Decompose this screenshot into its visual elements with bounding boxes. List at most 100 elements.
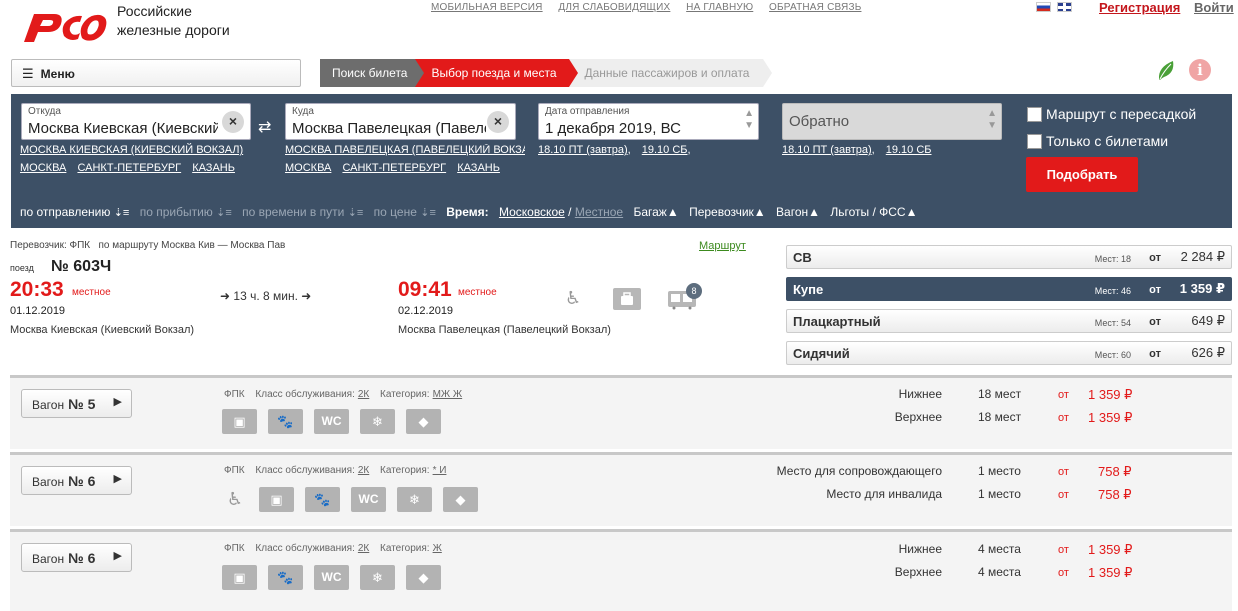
to-city-spb[interactable]: САНКТ-ПЕТЕРБУРГ (342, 162, 446, 174)
caret-up-icon: ▲ (666, 205, 679, 219)
category-value[interactable]: * И (433, 465, 447, 476)
language-switcher (1036, 2, 1072, 12)
seat-count: 18 мест (978, 387, 1022, 401)
tickets-only-checkbox[interactable]: Только с билетами (1027, 133, 1168, 149)
service-class-value[interactable]: 2К (358, 465, 369, 476)
sort-by-price[interactable]: по цене ⇣≡ (374, 205, 436, 219)
return-spinner-icon[interactable]: ▲ ▼ (987, 108, 997, 132)
from-field[interactable]: Откуда Москва Киевская (Киевский вокзал)… (21, 103, 251, 140)
class-option-platskart[interactable]: Плацкартный Мест: 54 от 649 ₽ (786, 309, 1232, 333)
seat-type-name: Нижнее (898, 542, 942, 556)
sort-by-departure[interactable]: по отправлению ⇣≡ (20, 205, 129, 219)
class-seats: Мест: 46 (1094, 286, 1131, 296)
carriage-button[interactable]: Вагон № 6 ▶ (21, 543, 132, 572)
date-day-after[interactable]: 19.10 СБ (642, 144, 688, 156)
nav-feedback[interactable]: ОБРАТНАЯ СВЯЗЬ (769, 2, 861, 13)
nav-mobile[interactable]: МОБИЛЬНАЯ ВЕРСИЯ (431, 2, 543, 13)
return-quick-links: 18.10 ПТ (завтра), 19.10 СБ (782, 144, 940, 156)
sort-by-travel-label: по времени в пути (242, 205, 345, 219)
carriage-carrier: ФПК (224, 543, 245, 554)
class-price: 626 ₽ (1191, 345, 1225, 360)
from-city-moscow[interactable]: МОСКВА (20, 162, 66, 174)
menu-button[interactable]: ☰ Меню (11, 59, 301, 87)
checkbox-icon[interactable] (1027, 106, 1042, 122)
play-triangle-icon: ▶ (113, 396, 122, 408)
return-tomorrow[interactable]: 18.10 ПТ (завтра) (782, 144, 872, 156)
carriage-label: Вагон (32, 475, 65, 489)
filter-car[interactable]: Вагон▲ (776, 205, 820, 219)
date-field[interactable]: Дата отправления 1 декабря 2019, ВС ▲ ▼ (538, 103, 759, 140)
find-button[interactable]: Подобрать (1026, 157, 1138, 192)
seat-price: 758 ₽ (1098, 464, 1132, 479)
filter-baggage[interactable]: Багаж▲ (633, 205, 678, 219)
sort-by-arrival[interactable]: по прибытию ⇣≡ (140, 205, 232, 219)
swap-stations-icon[interactable]: ⇄ (258, 117, 271, 137)
info-icon[interactable]: i (1189, 59, 1211, 81)
air-conditioning-icon: ❄ (397, 487, 432, 512)
return-day-after[interactable]: 19.10 СБ (886, 144, 932, 156)
rzd-logo[interactable] (20, 6, 110, 46)
service-class-value[interactable]: 2К (358, 389, 369, 400)
carriage-number: № 6 (68, 550, 96, 566)
from-city-spb[interactable]: САНКТ-ПЕТЕРБУРГ (77, 162, 181, 174)
register-link[interactable]: Регистрация (1099, 0, 1180, 15)
arrival-time: 09:41 (398, 278, 452, 301)
service-class-value[interactable]: 2К (358, 543, 369, 554)
time-moscow[interactable]: Московское (499, 205, 565, 219)
from-value: Москва Киевская (Киевский вокзал) (28, 120, 218, 137)
date-value: 1 декабря 2019, ВС (545, 120, 681, 137)
checkbox-icon[interactable] (1027, 133, 1042, 149)
bed-linen-icon: ◆ (406, 409, 441, 434)
english-flag-icon[interactable] (1057, 2, 1072, 12)
time-local[interactable]: Местное (575, 205, 623, 219)
to-field[interactable]: Куда Москва Павелецкая (Павелецкий вокза… (285, 103, 516, 140)
wc-icon: WC (351, 487, 386, 512)
seat-type-name: Верхнее (894, 410, 942, 424)
date-tomorrow[interactable]: 18.10 ПТ (завтра) (538, 144, 628, 156)
from-suggestion[interactable]: МОСКВА КИЕВСКАЯ (КИЕВСКИЙ ВОКЗАЛ) (20, 144, 243, 156)
class-seats: Мест: 60 (1094, 350, 1131, 360)
nav-accessibility[interactable]: ДЛЯ СЛАБОВИДЯЩИХ (558, 2, 670, 13)
class-name: Плацкартный (793, 314, 881, 329)
luggage-icon: ▣ (222, 565, 257, 590)
class-option-kupe[interactable]: Купе Мест: 46 от 1 359 ₽ (786, 277, 1232, 301)
seat-price: 1 359 ₽ (1088, 565, 1133, 580)
class-price: 649 ₽ (1191, 313, 1225, 328)
to-suggestion[interactable]: МОСКВА ПАВЕЛЕЦКАЯ (ПАВЕЛЕЦКИЙ ВОКЗАЛ) (285, 144, 525, 156)
step-search[interactable]: Поиск билета (320, 59, 426, 87)
carriage-label: Вагон (32, 398, 65, 412)
login-link[interactable]: Войти (1194, 0, 1234, 15)
nav-home[interactable]: НА ГЛАВНУЮ (686, 2, 753, 13)
category-value[interactable]: Ж (433, 543, 442, 554)
class-option-sitting[interactable]: Сидячий Мест: 60 от 626 ₽ (786, 341, 1232, 365)
category-value[interactable]: МЖ Ж (433, 389, 463, 400)
date-spinner-icon[interactable]: ▲ ▼ (744, 108, 754, 132)
luggage-icon: ▣ (259, 487, 294, 512)
route-link[interactable]: Маршрут (699, 240, 746, 252)
carriage-button[interactable]: Вагон № 6 ▶ (21, 466, 132, 495)
leaf-icon[interactable] (1156, 59, 1176, 81)
sort-by-price-label: по цене (373, 205, 417, 219)
to-city-kazan[interactable]: КАЗАНЬ (457, 162, 500, 174)
class-option-sv[interactable]: СВ Мест: 18 от 2 284 ₽ (786, 245, 1232, 269)
seat-price: 758 ₽ (1098, 487, 1132, 502)
russian-flag-icon[interactable] (1036, 2, 1051, 12)
filter-car-label: Вагон (776, 205, 809, 219)
carriage-button[interactable]: Вагон № 5 ▶ (21, 389, 132, 418)
sort-by-travel-time[interactable]: по времени в пути ⇣≡ (242, 205, 363, 219)
step-choose-train: Выбор поезда и места (415, 59, 578, 87)
air-conditioning-icon: ❄ (360, 565, 395, 590)
filter-carrier[interactable]: Перевозчик▲ (689, 205, 766, 219)
from-city-kazan[interactable]: КАЗАНЬ (192, 162, 235, 174)
wc-icon: WC (314, 409, 349, 434)
return-placeholder: Обратно (789, 113, 850, 130)
transfer-checkbox-label: Маршрут с пересадкой (1046, 106, 1197, 122)
to-city-moscow[interactable]: МОСКВА (285, 162, 331, 174)
clear-from-icon[interactable]: × (222, 111, 244, 133)
return-date-field[interactable]: Обратно ▲ ▼ (782, 103, 1002, 140)
filter-benefits[interactable]: Льготы / ФСС▲ (830, 205, 917, 219)
play-triangle-icon: ▶ (113, 550, 122, 562)
clear-to-icon[interactable]: × (487, 111, 509, 133)
pets-paw-icon: 🐾 (268, 409, 303, 434)
transfer-checkbox[interactable]: Маршрут с пересадкой (1027, 106, 1196, 122)
